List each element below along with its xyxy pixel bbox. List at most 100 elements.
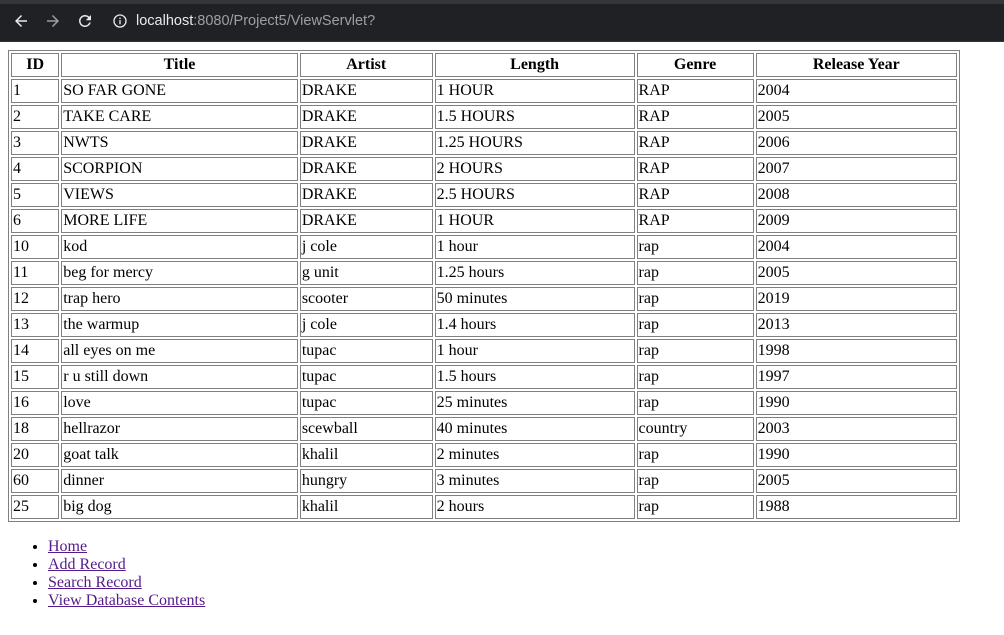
cell-artist: DRAKE — [299, 209, 433, 233]
cell-title: all eyes on me — [61, 339, 298, 363]
cell-id: 15 — [11, 365, 60, 389]
cell-artist: khalil — [299, 495, 433, 519]
cell-artist: DRAKE — [299, 183, 433, 207]
table-row: 12 trap hero scooter 50 minutes rap 2019 — [11, 287, 957, 311]
nav-list-item: View Database Contents — [48, 592, 1004, 610]
cell-length: 2 HOURS — [434, 157, 635, 181]
cell-release-year: 2003 — [755, 417, 957, 441]
cell-id: 14 — [11, 339, 60, 363]
cell-title: kod — [61, 235, 298, 259]
forward-arrow-icon — [47, 15, 59, 27]
records-table: ID Title Artist Length Genre Release Year 1 SO… — [8, 50, 960, 522]
cell-genre: RAP — [636, 105, 754, 129]
cell-release-year: 2013 — [755, 313, 957, 337]
back-button[interactable] — [10, 10, 32, 32]
cell-id: 6 — [11, 209, 60, 233]
cell-id: 10 — [11, 235, 60, 259]
cell-id: 16 — [11, 391, 60, 415]
reload-button[interactable] — [74, 10, 96, 32]
url-path: :8080/Project5/ViewServlet? — [193, 13, 376, 29]
cell-genre: rap — [636, 235, 754, 259]
cell-length: 3 minutes — [434, 469, 635, 493]
table-row: 16 love tupac 25 minutes rap 1990 — [11, 391, 957, 415]
table-row: 4 SCORPION DRAKE 2 HOURS RAP 2007 — [11, 157, 957, 181]
cell-id: 5 — [11, 183, 60, 207]
cell-genre: RAP — [636, 183, 754, 207]
nav-link-list: HomeAdd RecordSearch RecordView Database… — [8, 538, 1004, 610]
cell-length: 1.5 hours — [434, 365, 635, 389]
cell-length: 2 minutes — [434, 443, 635, 467]
search-record-link[interactable]: Search Record — [48, 574, 142, 591]
cell-artist: tupac — [299, 365, 433, 389]
cell-genre: rap — [636, 495, 754, 519]
cell-length: 2 hours — [434, 495, 635, 519]
cell-title: SO FAR GONE — [61, 79, 298, 103]
cell-title: trap hero — [61, 287, 298, 311]
column-header: Genre — [636, 53, 754, 77]
table-row: 13 the warmup j cole 1.4 hours rap 2013 — [11, 313, 957, 337]
cell-id: 4 — [11, 157, 60, 181]
cell-release-year: 2005 — [755, 469, 957, 493]
cell-genre: rap — [636, 469, 754, 493]
cell-artist: DRAKE — [299, 105, 433, 129]
cell-genre: country — [636, 417, 754, 441]
cell-length: 2.5 HOURS — [434, 183, 635, 207]
url-host: localhost — [136, 13, 194, 29]
add-record-link[interactable]: Add Record — [48, 556, 126, 573]
cell-genre: rap — [636, 287, 754, 311]
cell-title: goat talk — [61, 443, 298, 467]
table-row: 18 hellrazor scewball 40 minutes country 2003 — [11, 417, 957, 441]
cell-artist: scewball — [299, 417, 433, 441]
cell-genre: rap — [636, 365, 754, 389]
cell-id: 25 — [11, 495, 60, 519]
nav-list-item: Search Record — [48, 574, 1004, 592]
cell-genre: RAP — [636, 131, 754, 155]
cell-title: r u still down — [61, 365, 298, 389]
cell-title: big dog — [61, 495, 298, 519]
cell-title: love — [61, 391, 298, 415]
address-bar[interactable]: localhost:8080/Project5/ViewServlet? — [112, 7, 375, 35]
info-icon[interactable] — [112, 13, 128, 29]
cell-artist: khalil — [299, 443, 433, 467]
nav-list-item: Add Record — [48, 556, 1004, 574]
cell-artist: tupac — [299, 339, 433, 363]
cell-genre: RAP — [636, 79, 754, 103]
cell-genre: rap — [636, 261, 754, 285]
cell-id: 13 — [11, 313, 60, 337]
cell-artist: j cole — [299, 313, 433, 337]
cell-genre: RAP — [636, 209, 754, 233]
table-row: 15 r u still down tupac 1.5 hours rap 1997 — [11, 365, 957, 389]
cell-id: 3 — [11, 131, 60, 155]
table-row: 60 dinner hungry 3 minutes rap 2005 — [11, 469, 957, 493]
cell-length: 1.4 hours — [434, 313, 635, 337]
cell-id: 20 — [11, 443, 60, 467]
reload-icon — [78, 14, 91, 27]
column-header: Title — [61, 53, 298, 77]
cell-title: NWTS — [61, 131, 298, 155]
cell-title: SCORPION — [61, 157, 298, 181]
cell-length: 1 hour — [434, 235, 635, 259]
cell-title: the warmup — [61, 313, 298, 337]
nav-list-item: Home — [48, 538, 1004, 556]
column-header: Artist — [299, 53, 433, 77]
cell-release-year: 1990 — [755, 391, 957, 415]
view-database-link[interactable]: View Database Contents — [48, 592, 205, 609]
table-header-row: ID Title Artist Length Genre Release Year — [11, 53, 957, 77]
cell-id: 60 — [11, 469, 60, 493]
cell-id: 1 — [11, 79, 60, 103]
cell-release-year: 2009 — [755, 209, 957, 233]
cell-title: TAKE CARE — [61, 105, 298, 129]
cell-length: 1.5 HOURS — [434, 105, 635, 129]
cell-genre: rap — [636, 391, 754, 415]
cell-artist: DRAKE — [299, 131, 433, 155]
cell-artist: hungry — [299, 469, 433, 493]
cell-release-year: 1990 — [755, 443, 957, 467]
table-row: 10 kod j cole 1 hour rap 2004 — [11, 235, 957, 259]
table-row: 1 SO FAR GONE DRAKE 1 HOUR RAP 2004 — [11, 79, 957, 103]
home-link[interactable]: Home — [48, 538, 87, 555]
cell-title: MORE LIFE — [61, 209, 298, 233]
forward-button[interactable] — [42, 10, 64, 32]
table-body: 1 SO FAR GONE DRAKE 1 HOUR RAP 2004 2 TAKE CARE… — [11, 79, 957, 519]
cell-length: 1.25 hours — [434, 261, 635, 285]
cell-artist: DRAKE — [299, 79, 433, 103]
